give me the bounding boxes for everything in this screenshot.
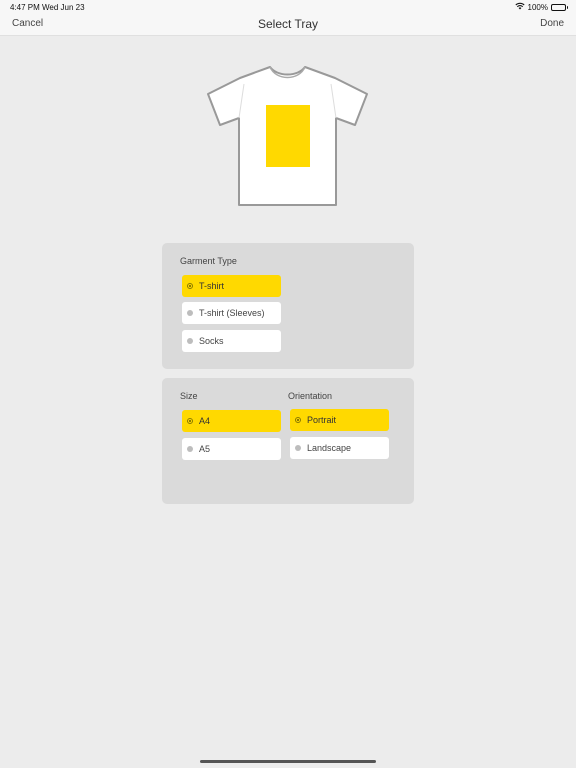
orientation-option-portrait[interactable]: Portrait [290, 409, 389, 431]
orientation-option-landscape[interactable]: Landscape [290, 437, 389, 459]
size-option-a5[interactable]: A5 [182, 438, 281, 460]
home-indicator[interactable] [200, 760, 376, 763]
nav-bar: Cancel Select Tray Done [0, 14, 576, 36]
status-indicators: 100% [514, 2, 568, 12]
radio-icon [187, 310, 193, 316]
option-label: Landscape [307, 443, 352, 453]
radio-selected-icon [295, 417, 301, 423]
radio-selected-icon [187, 418, 193, 424]
wifi-icon [514, 2, 525, 12]
garment-type-label: Garment Type [180, 256, 237, 266]
page-title: Select Tray [257, 17, 319, 31]
option-label: Socks [199, 336, 224, 346]
orientation-label: Orientation [288, 391, 333, 401]
size-option-a4[interactable]: A4 [182, 410, 281, 432]
print-area [266, 105, 310, 167]
status-date: Wed Jun 23 [42, 3, 85, 12]
size-label: Size [180, 391, 198, 401]
garment-type-panel: Garment Type T-shirt T-shirt (Sleeves) S… [162, 243, 414, 369]
radio-icon [187, 338, 193, 344]
option-label: T-shirt (Sleeves) [199, 308, 265, 318]
radio-selected-icon [187, 283, 193, 289]
option-label: T-shirt [199, 281, 225, 291]
option-label: Portrait [307, 415, 337, 425]
done-button[interactable]: Done [540, 18, 564, 29]
tshirt-preview [207, 66, 368, 206]
option-label: A5 [199, 444, 211, 454]
status-bar: 4:47 PM Wed Jun 23 100% [0, 0, 576, 14]
garment-option-socks[interactable]: Socks [182, 330, 281, 352]
battery-percent: 100% [527, 2, 548, 12]
radio-icon [187, 446, 193, 452]
radio-icon [295, 445, 301, 451]
size-orientation-panel: Size Orientation A4 A5 Portrait Landscap… [162, 378, 414, 504]
garment-option-tshirt[interactable]: T-shirt [182, 275, 281, 297]
option-label: A4 [199, 416, 211, 426]
status-time: 4:47 PM [10, 3, 40, 12]
battery-icon [551, 3, 568, 11]
garment-option-tshirt-sleeves[interactable]: T-shirt (Sleeves) [182, 302, 281, 324]
